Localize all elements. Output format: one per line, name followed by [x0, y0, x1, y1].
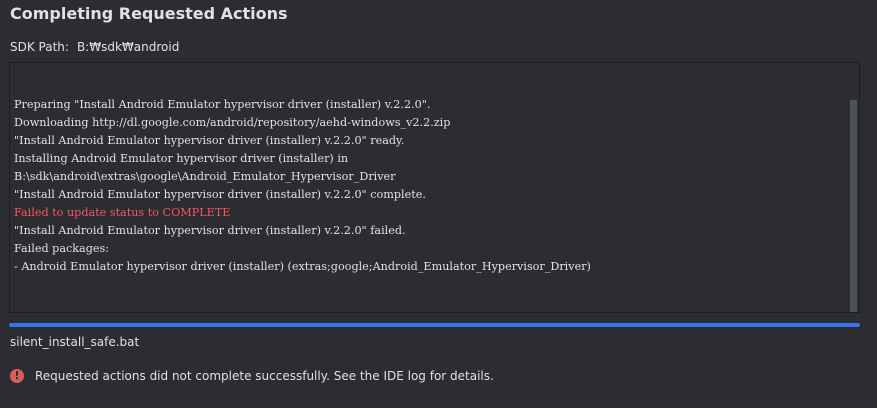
log-line: Installing Android Emulator hypervisor d…: [14, 152, 349, 165]
current-file-label: silent_install_safe.bat: [10, 335, 140, 349]
log-line: B:\sdk\android\extras\google\Android_Emu…: [14, 170, 396, 183]
log-line-error: Failed to update status to COMPLETE: [14, 206, 231, 219]
log-line: "Install Android Emulator hypervisor dri…: [14, 188, 426, 201]
log-scrollbar[interactable]: [850, 100, 857, 312]
log-text: Preparing "Install Android Emulator hype…: [14, 96, 591, 276]
progress-bar-fill: [9, 323, 860, 327]
log-line: Downloading http://dl.google.com/android…: [14, 116, 451, 129]
dialog-title: Completing Requested Actions: [10, 4, 288, 23]
log-line: "Install Android Emulator hypervisor dri…: [14, 134, 405, 147]
status-message: Requested actions did not complete succe…: [35, 369, 494, 383]
log-scrollbar-thumb[interactable]: [850, 100, 857, 312]
progress-bar: [9, 323, 860, 327]
log-line: "Install Android Emulator hypervisor dri…: [14, 224, 406, 237]
sdk-path-row: SDK Path: B:₩sdk₩android: [10, 40, 179, 54]
error-icon: !: [10, 369, 24, 383]
sdk-path-label: SDK Path:: [10, 40, 69, 54]
sdk-path-value: B:₩sdk₩android: [76, 40, 180, 54]
log-line: Failed packages:: [14, 242, 110, 255]
log-line: Preparing "Install Android Emulator hype…: [14, 98, 431, 111]
log-line: - Android Emulator hypervisor driver (in…: [14, 260, 591, 273]
log-output-panel[interactable]: Preparing "Install Android Emulator hype…: [9, 62, 860, 313]
status-message-row: ! Requested actions did not complete suc…: [10, 368, 494, 384]
